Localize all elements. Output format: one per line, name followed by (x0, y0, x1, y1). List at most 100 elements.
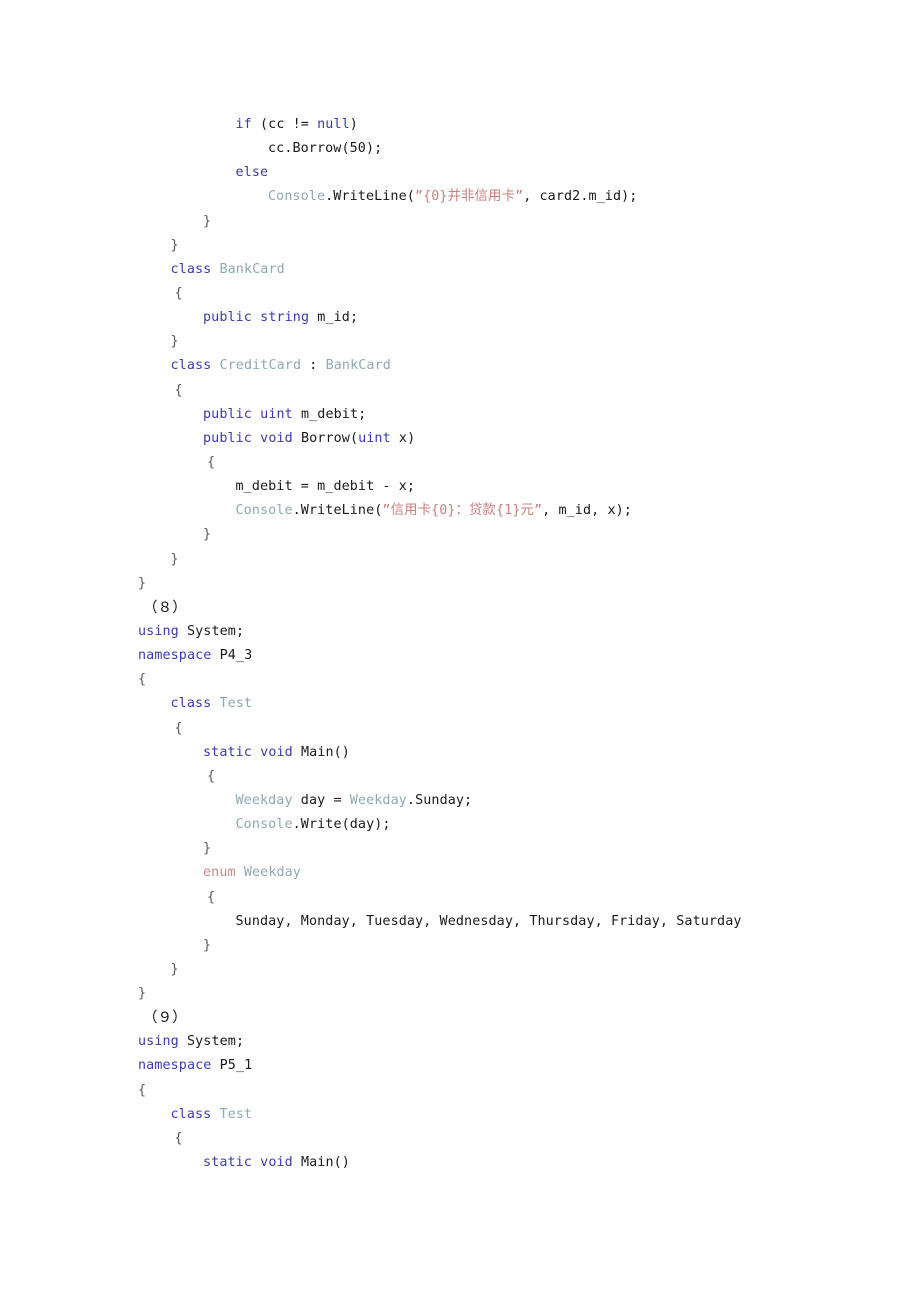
code-line: static void Main() (0, 741, 920, 765)
code-token-keyword: public (203, 406, 252, 422)
code-token-brace: { (138, 1082, 147, 1098)
code-token-keyword: class (170, 358, 212, 374)
code-line: else (0, 161, 920, 185)
code-token-plain: .Write(day); (292, 817, 391, 833)
code-token-plain: m_debit; (292, 406, 367, 422)
code-token-type: Test (219, 696, 253, 712)
code-token-plain: System; (178, 1034, 245, 1050)
code-token-brace: { (207, 768, 216, 784)
code-line: Sunday, Monday, Tuesday, Wednesday, Thur… (0, 910, 920, 934)
code-line: { (0, 451, 920, 475)
code-token-keyword: null (317, 117, 350, 132)
code-token-keyword: uint (260, 406, 293, 422)
code-token-string: ”信用卡{0}：贷款{1}元” (382, 503, 543, 519)
code-token-brace: } (170, 334, 179, 350)
code-line: { (0, 765, 920, 789)
code-token-plain: .WriteLine( (325, 189, 415, 205)
code-section-label: （８） (0, 596, 920, 620)
code-token-plain: x) (390, 430, 416, 446)
code-line: { (0, 282, 920, 306)
code-token-type: Weekday (349, 792, 407, 808)
code-line: { (0, 717, 920, 741)
code-token-keyword: string (260, 310, 310, 326)
code-token-brace: } (138, 575, 147, 591)
code-token-plain: , card2.m_id); (523, 189, 638, 205)
code-line: Console.WriteLine(”{0}并非信用卡”, card2.m_id… (0, 185, 920, 209)
code-listing: if (cc != null) cc.Borrow(50); else Console… (0, 0, 920, 1175)
code-token-enum_keyword: enum (203, 865, 236, 881)
code-token-plain: m_id; (309, 310, 359, 326)
code-line: } (0, 837, 920, 861)
code-line: { (0, 886, 920, 910)
code-line: class Test (0, 692, 920, 716)
code-token-plain: cc.Borrow(50); (268, 141, 383, 157)
code-token-keyword: void (260, 744, 293, 760)
code-line: } (0, 982, 920, 1006)
code-line: class BankCard (0, 258, 920, 282)
code-token-plain: m_debit = m_debit - x; (235, 479, 416, 495)
code-token-type: BankCard (325, 358, 391, 374)
code-token-keyword: uint (358, 430, 391, 446)
code-token-plain: .Sunday; (406, 792, 473, 808)
code-line: m_debit = m_debit - x; (0, 475, 920, 499)
code-token-keyword: class (170, 261, 212, 277)
code-line: } (0, 210, 920, 234)
code-token-plain: System; (178, 623, 245, 639)
code-token-brace: } (203, 841, 212, 857)
code-line: } (0, 330, 920, 354)
code-token-type: Console (235, 817, 293, 833)
code-line: class CreditCard : BankCard (0, 354, 920, 378)
code-token-type: Test (219, 1106, 253, 1122)
code-line: } (0, 958, 920, 982)
code-token-keyword: class (170, 696, 212, 712)
code-token-plain: Main() (292, 744, 350, 760)
code-line: } (0, 234, 920, 258)
code-token-keyword: static (203, 744, 252, 760)
code-line: { (0, 668, 920, 692)
code-token-brace: } (138, 986, 147, 1002)
code-line: } (0, 572, 920, 596)
code-token-brace: } (203, 527, 212, 543)
code-token-plain: Sunday, Monday, Tuesday, Wednesday, Thur… (235, 913, 742, 929)
code-token-brace: } (170, 551, 179, 567)
code-token-plain: (cc != (251, 117, 318, 132)
code-token-brace: { (138, 672, 147, 688)
code-token-plain: : (301, 358, 326, 374)
code-section-label: （９） (0, 1006, 920, 1030)
code-token-keyword: public (203, 310, 252, 326)
code-line: Console.Write(day); (0, 813, 920, 837)
code-line: enum Weekday (0, 861, 920, 885)
code-token-keyword: namespace (138, 1058, 212, 1074)
code-token-plain: P5_1 (211, 1058, 253, 1074)
code-line: cc.Borrow(50); (0, 137, 920, 161)
code-token-brace: } (203, 213, 212, 229)
code-line: public string m_id; (0, 306, 920, 330)
code-line: { (0, 379, 920, 403)
code-token-type: BankCard (219, 261, 285, 277)
document-page: if (cc != null) cc.Borrow(50); else Console… (0, 0, 920, 1302)
code-token-brace: { (174, 285, 183, 301)
code-token-keyword: class (170, 1106, 212, 1122)
code-line: if (cc != null) (0, 113, 920, 137)
code-token-type: CreditCard (219, 358, 302, 374)
code-token-plain: .WriteLine( (292, 503, 383, 519)
code-line: using System; (0, 620, 920, 644)
code-token-keyword: void (260, 1155, 293, 1171)
code-token-keyword: if (235, 117, 252, 132)
code-token-type: Weekday (235, 792, 293, 808)
code-token-keyword: namespace (138, 648, 212, 664)
code-token-plain: Borrow( (292, 430, 359, 446)
code-token-type: Console (235, 503, 293, 519)
code-line: public void Borrow(uint x) (0, 427, 920, 451)
code-token-label: （９） (143, 1010, 187, 1027)
code-line: { (0, 1127, 920, 1151)
code-token-string: ”{0}并非信用卡” (414, 189, 524, 205)
code-token-keyword: using (138, 623, 179, 639)
code-token-brace: } (170, 237, 179, 253)
